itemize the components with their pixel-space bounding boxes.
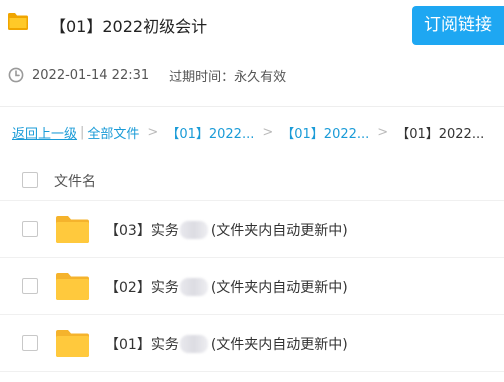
list-item[interactable]: 【02】实务 (文件夹内自动更新中)	[0, 258, 504, 315]
select-all-checkbox[interactable]	[22, 172, 38, 188]
breadcrumb-separator: >	[262, 124, 274, 140]
page-title: 【01】2022初级会计	[50, 17, 208, 36]
list-header: 文件名	[0, 160, 504, 201]
folder-name: 【02】实务 (文件夹内自动更新中)	[105, 277, 348, 297]
header: 【01】2022初级会计 订阅链接	[0, 0, 504, 50]
folder-name-prefix: 【02】实务	[105, 280, 179, 296]
folder-icon	[56, 329, 89, 357]
all-files-link[interactable]: 全部文件	[87, 123, 139, 142]
list-item[interactable]: 【03】实务 (文件夹内自动更新中)	[0, 201, 504, 258]
list-item[interactable]: 【01】实务 (文件夹内自动更新中)	[0, 315, 504, 372]
breadcrumb-current: 【01】2022...	[396, 126, 485, 142]
folder-name: 【01】实务 (文件夹内自动更新中)	[105, 334, 348, 354]
blurred-text	[179, 221, 208, 239]
expire-text: 过期时间：永久有效	[169, 69, 287, 85]
folder-icon	[8, 13, 28, 30]
breadcrumb-divider: |	[80, 124, 85, 140]
breadcrumb: 返回上一级 | 全部文件 > 【01】2022... > 【01】2022...…	[12, 123, 485, 142]
breadcrumb-separator: >	[147, 124, 159, 140]
subscribe-button[interactable]: 订阅链接	[412, 6, 504, 45]
breadcrumb-item-1[interactable]: 【01】2022...	[166, 123, 254, 142]
folder-name-suffix: (文件夹内自动更新中)	[210, 337, 348, 353]
folder-icon	[56, 215, 89, 243]
breadcrumb-separator: >	[377, 124, 389, 140]
column-header-name: 文件名	[54, 174, 96, 190]
row-checkbox[interactable]	[22, 278, 38, 294]
folder-name-suffix: (文件夹内自动更新中)	[210, 280, 348, 296]
folder-name: 【03】实务 (文件夹内自动更新中)	[105, 220, 348, 240]
blurred-text	[179, 335, 208, 353]
folder-name-prefix: 【01】实务	[105, 337, 179, 353]
clock-icon	[8, 67, 24, 83]
created-timestamp: 2022-01-14 22:31	[32, 67, 150, 83]
divider	[0, 106, 504, 107]
folder-name-prefix: 【03】实务	[105, 223, 179, 239]
breadcrumb-item-2[interactable]: 【01】2022...	[281, 123, 369, 142]
back-link[interactable]: 返回上一级	[12, 123, 77, 142]
meta-info: 2022-01-14 22:31 过期时间：永久有效	[8, 66, 287, 85]
blurred-text	[179, 278, 208, 296]
row-checkbox[interactable]	[22, 221, 38, 237]
folder-icon	[56, 272, 89, 300]
row-checkbox[interactable]	[22, 335, 38, 351]
folder-name-suffix: (文件夹内自动更新中)	[210, 223, 348, 239]
